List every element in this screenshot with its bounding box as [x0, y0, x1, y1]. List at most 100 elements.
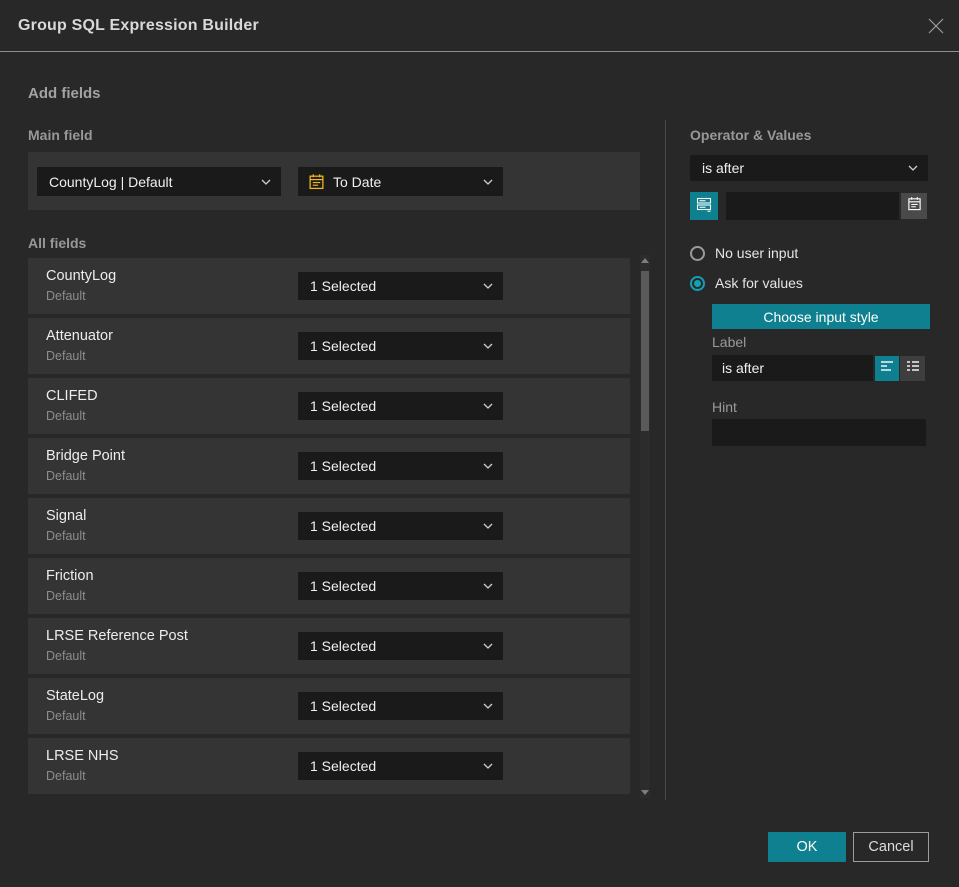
- cancel-button[interactable]: Cancel: [853, 832, 929, 862]
- all-fields-list: CountyLog Default 1 Selected Attenuator …: [28, 258, 630, 794]
- scroll-down-arrow-icon[interactable]: [641, 790, 649, 795]
- value-input[interactable]: [726, 192, 899, 220]
- field-subtitle: Default: [46, 409, 86, 423]
- field-selected-dropdown[interactable]: 1 Selected: [298, 752, 503, 780]
- unique-values-icon: [696, 196, 712, 217]
- field-subtitle: Default: [46, 529, 86, 543]
- label-input[interactable]: [712, 355, 873, 381]
- radio-icon[interactable]: [690, 245, 705, 261]
- field-subtitle: Default: [46, 589, 86, 603]
- field-subtitle: Default: [46, 709, 86, 723]
- all-fields-label: All fields: [28, 235, 87, 251]
- field-selected-dropdown-label: 1 Selected: [310, 278, 377, 294]
- field-row: Bridge Point Default 1 Selected: [28, 438, 630, 494]
- unique-values-button[interactable]: [690, 192, 718, 220]
- calendar-icon: [308, 173, 325, 190]
- field-name: CountyLog: [46, 268, 117, 284]
- field-row: StateLog Default 1 Selected: [28, 678, 630, 734]
- radio-label: No user input: [715, 245, 799, 261]
- chevron-down-icon: [483, 523, 493, 529]
- section-divider: [665, 120, 666, 800]
- field-name: LRSE Reference Post: [46, 628, 188, 644]
- field-selected-dropdown-label: 1 Selected: [310, 698, 377, 714]
- field-name: LRSE NHS: [46, 748, 119, 764]
- operator-dropdown[interactable]: is after: [690, 155, 928, 181]
- field-subtitle: Default: [46, 469, 86, 483]
- close-icon[interactable]: [925, 15, 947, 37]
- date-type-dropdown-label: To Date: [333, 173, 382, 190]
- chevron-down-icon: [483, 179, 493, 185]
- main-field-panel: CountyLog | Default To Date: [28, 152, 640, 210]
- field-selected-dropdown-label: 1 Selected: [310, 638, 377, 654]
- field-selected-dropdown[interactable]: 1 Selected: [298, 632, 503, 660]
- dialog-title: Group SQL Expression Builder: [18, 16, 259, 34]
- field-row: Friction Default 1 Selected: [28, 558, 630, 614]
- align-left-icon: [880, 359, 894, 378]
- field-subtitle: Default: [46, 649, 86, 663]
- chevron-down-icon: [483, 583, 493, 589]
- no-user-input-option[interactable]: No user input: [690, 245, 798, 261]
- scroll-up-arrow-icon[interactable]: [641, 258, 649, 263]
- chevron-down-icon: [908, 165, 918, 171]
- field-selected-dropdown-label: 1 Selected: [310, 338, 377, 354]
- field-row: Signal Default 1 Selected: [28, 498, 630, 554]
- chevron-down-icon: [483, 403, 493, 409]
- field-selected-dropdown-label: 1 Selected: [310, 758, 377, 774]
- list-scrollbar[interactable]: [640, 255, 650, 798]
- field-name: StateLog: [46, 688, 105, 704]
- field-selected-dropdown[interactable]: 1 Selected: [298, 512, 503, 540]
- main-field-dropdown-label: CountyLog | Default: [49, 173, 173, 190]
- field-selected-dropdown-label: 1 Selected: [310, 398, 377, 414]
- chevron-down-icon: [483, 643, 493, 649]
- calendar-icon: [907, 196, 922, 216]
- field-selected-dropdown-label: 1 Selected: [310, 458, 377, 474]
- ask-for-values-option[interactable]: Ask for values: [690, 275, 803, 291]
- field-subtitle: Default: [46, 769, 86, 783]
- list-icon: [906, 359, 920, 378]
- chevron-down-icon: [483, 763, 493, 769]
- list-input-style-button[interactable]: [900, 356, 925, 381]
- date-picker-button[interactable]: [901, 193, 927, 219]
- main-field-label: Main field: [28, 127, 93, 143]
- chevron-down-icon: [261, 179, 271, 185]
- field-selected-dropdown[interactable]: 1 Selected: [298, 392, 503, 420]
- field-name: CLIFED: [46, 388, 98, 404]
- field-selected-dropdown-label: 1 Selected: [310, 578, 377, 594]
- main-field-dropdown[interactable]: CountyLog | Default: [37, 167, 281, 196]
- hint-input[interactable]: [712, 419, 926, 446]
- radio-label: Ask for values: [715, 275, 803, 291]
- field-selected-dropdown[interactable]: 1 Selected: [298, 272, 503, 300]
- field-name: Attenuator: [46, 328, 113, 344]
- field-selected-dropdown[interactable]: 1 Selected: [298, 692, 503, 720]
- choose-input-style-button[interactable]: Choose input style: [712, 304, 930, 329]
- field-row: LRSE NHS Default 1 Selected: [28, 738, 630, 794]
- field-row: CLIFED Default 1 Selected: [28, 378, 630, 434]
- label-caption: Label: [712, 334, 747, 350]
- field-name: Friction: [46, 568, 94, 584]
- ok-button[interactable]: OK: [768, 832, 846, 862]
- dialog-titlebar: Group SQL Expression Builder: [0, 0, 959, 52]
- scrollbar-thumb[interactable]: [641, 271, 649, 431]
- field-selected-dropdown[interactable]: 1 Selected: [298, 572, 503, 600]
- add-fields-heading: Add fields: [28, 85, 101, 102]
- radio-selected-icon[interactable]: [690, 275, 705, 291]
- field-selected-dropdown[interactable]: 1 Selected: [298, 452, 503, 480]
- chevron-down-icon: [483, 703, 493, 709]
- field-subtitle: Default: [46, 289, 86, 303]
- date-type-dropdown[interactable]: To Date: [298, 167, 503, 196]
- chevron-down-icon: [483, 283, 493, 289]
- field-row: CountyLog Default 1 Selected: [28, 258, 630, 314]
- field-name: Bridge Point: [46, 448, 125, 464]
- field-row: LRSE Reference Post Default 1 Selected: [28, 618, 630, 674]
- field-name: Signal: [46, 508, 87, 524]
- field-selected-dropdown[interactable]: 1 Selected: [298, 332, 503, 360]
- chevron-down-icon: [483, 343, 493, 349]
- hint-caption: Hint: [712, 399, 737, 415]
- field-selected-dropdown-label: 1 Selected: [310, 518, 377, 534]
- field-row: Attenuator Default 1 Selected: [28, 318, 630, 374]
- operator-values-heading: Operator & Values: [690, 127, 812, 143]
- chevron-down-icon: [483, 463, 493, 469]
- field-subtitle: Default: [46, 349, 86, 363]
- single-input-style-button[interactable]: [875, 356, 899, 381]
- operator-dropdown-label: is after: [702, 160, 745, 176]
